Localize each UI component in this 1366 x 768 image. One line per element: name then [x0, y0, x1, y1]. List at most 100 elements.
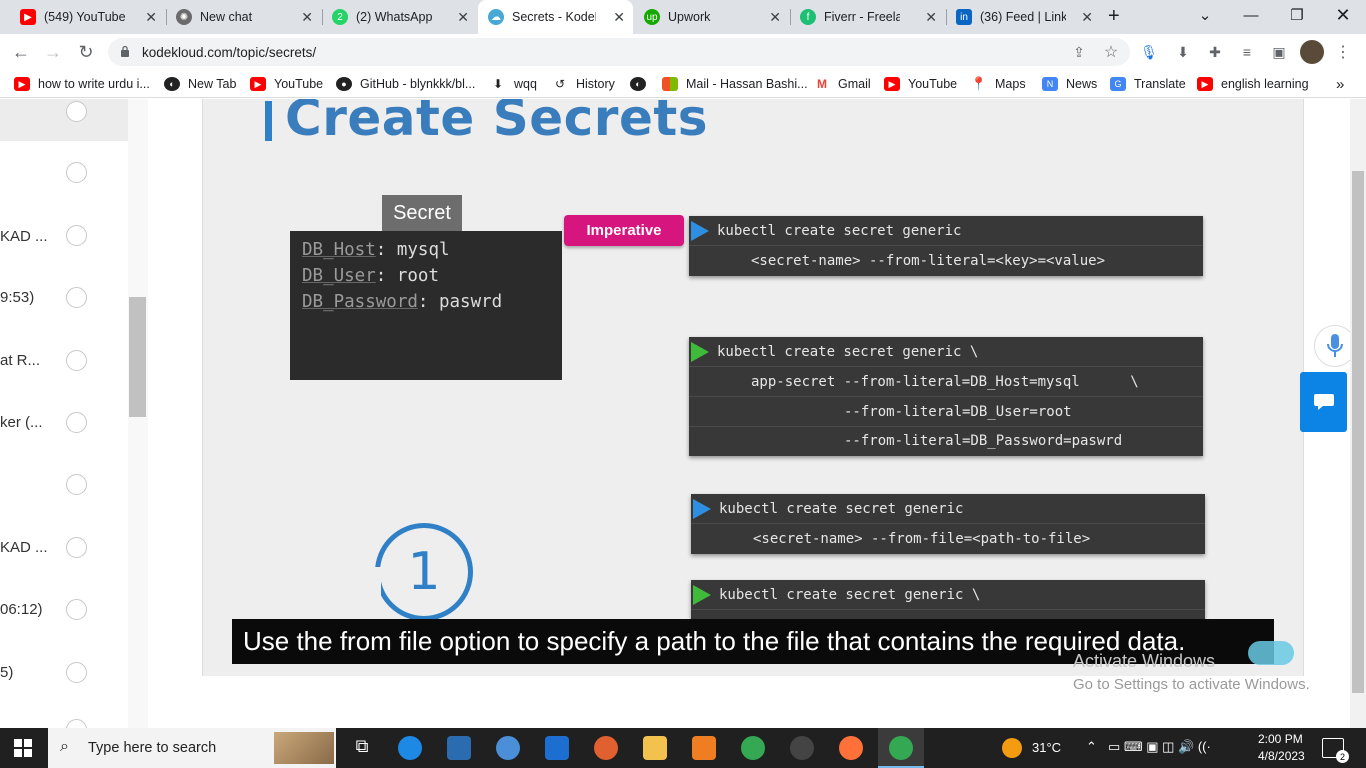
lesson-status-circle[interactable]	[66, 350, 87, 371]
share-icon[interactable]: ⇪	[1070, 43, 1088, 61]
code-badge-icon[interactable]	[1248, 641, 1294, 665]
firefox-icon[interactable]	[839, 736, 863, 760]
chat-button[interactable]	[1300, 372, 1347, 432]
bookmark-item[interactable]: 📍 Maps	[971, 76, 1026, 92]
bookmark-label: News	[1066, 77, 1098, 91]
new-tab-button[interactable]: +	[1108, 5, 1120, 28]
close-icon[interactable]: ✕	[145, 9, 157, 26]
tab-search-icon[interactable]: ⌄	[1182, 0, 1228, 30]
minimize-button[interactable]: —	[1228, 0, 1274, 30]
bookmark-item[interactable]: ◐	[630, 76, 654, 92]
profile-avatar[interactable]	[1300, 40, 1324, 64]
bookmark-item[interactable]: G Translate	[1110, 76, 1186, 92]
bookmark-item[interactable]: ● GitHub - blynkkk/bl...	[336, 76, 475, 92]
lesson-title[interactable]: 5)	[0, 664, 13, 681]
sidebar-scroll-thumb[interactable]	[129, 297, 146, 417]
lesson-status-circle[interactable]	[66, 412, 87, 433]
lesson-title[interactable]: at R...	[0, 352, 40, 369]
lesson-title[interactable]: KAD ...	[0, 228, 48, 245]
download-extension-icon[interactable]: ⬇	[1174, 43, 1192, 61]
extensions-icon[interactable]: ✚	[1206, 43, 1224, 61]
slide-title: Create Secrets	[285, 99, 709, 147]
bookmark-item[interactable]: ▶ YouTube	[250, 76, 323, 92]
lesson-status-circle[interactable]	[66, 537, 87, 558]
lesson-title[interactable]: 06:12)	[0, 601, 43, 618]
lesson-status-circle[interactable]	[66, 719, 87, 728]
tab-fiverr[interactable]: f Fiverr - Freelance ✕	[790, 0, 945, 34]
app-icon[interactable]	[692, 736, 716, 760]
weather-icon[interactable]	[1002, 738, 1022, 758]
bookmark-item[interactable]: N News	[1042, 76, 1097, 92]
close-icon[interactable]: ✕	[925, 9, 937, 26]
close-icon[interactable]: ✕	[613, 9, 625, 26]
back-icon[interactable]: ←	[8, 39, 34, 65]
clock-time[interactable]: 2:00 PM	[1258, 732, 1303, 746]
secret-line: DB_Password: paswrd	[302, 289, 550, 315]
lesson-title[interactable]: 9:53)	[0, 289, 34, 306]
video-player[interactable]: Create Secrets Secret DB_Host: mysql DB_…	[202, 99, 1304, 676]
lesson-status-circle[interactable]	[66, 225, 87, 246]
secret-label: Secret	[382, 195, 462, 231]
notifications-icon[interactable]: 2	[1322, 738, 1349, 763]
sidebar-scrollbar[interactable]	[128, 99, 148, 728]
bookmark-item[interactable]: ◐ New Tab	[164, 76, 236, 92]
side-panel-icon[interactable]: ▣	[1270, 43, 1288, 61]
bookmark-item[interactable]: ▶ how to write urdu i...	[14, 76, 150, 92]
tab-upwork[interactable]: up Upwork ✕	[634, 0, 789, 34]
lesson-title[interactable]: ker (...	[0, 414, 43, 431]
lesson-status-circle[interactable]	[66, 287, 87, 308]
forward-icon[interactable]: →	[40, 39, 66, 65]
file-explorer-icon[interactable]	[643, 736, 667, 760]
task-view-icon[interactable]: ⧉	[350, 736, 374, 760]
tab-new-chat[interactable]: ✺ New chat ✕	[166, 0, 321, 34]
app-icon[interactable]	[496, 736, 520, 760]
lesson-status-circle[interactable]	[66, 662, 87, 683]
lesson-title[interactable]: KAD ...	[0, 539, 48, 556]
search-placeholder: Type here to search	[88, 740, 217, 756]
lesson-status-circle[interactable]	[66, 101, 87, 122]
page-scrollbar[interactable]	[1350, 99, 1366, 728]
tab-secrets-kodekloud[interactable]: ☁ Secrets - KodeKloud ✕	[478, 0, 633, 34]
lesson-status-circle[interactable]	[66, 162, 87, 183]
mail-icon[interactable]	[545, 736, 569, 760]
weather-temp[interactable]: 31°C	[1032, 740, 1061, 755]
lesson-status-circle[interactable]	[66, 599, 87, 620]
taskbar-search-box[interactable]: ⌕ Type here to search	[48, 728, 336, 768]
chrome-icon[interactable]	[741, 736, 765, 760]
bookmark-item[interactable]: M Gmail	[814, 76, 871, 92]
app-icon[interactable]	[790, 736, 814, 760]
close-window-button[interactable]: ✕	[1320, 0, 1366, 30]
restore-button[interactable]: ❐	[1274, 0, 1320, 30]
bookmark-star-icon[interactable]: ☆	[1102, 43, 1120, 61]
windows-start-icon[interactable]	[14, 739, 32, 757]
microphone-extension-icon[interactable]: 🎙	[1140, 43, 1158, 61]
close-icon[interactable]: ✕	[457, 9, 469, 26]
address-bar[interactable]: kodekloud.com/topic/secrets/	[108, 38, 1130, 66]
tab-youtube[interactable]: ▶ (549) YouTube ✕	[10, 0, 165, 34]
edge-icon[interactable]	[398, 736, 422, 760]
clock-date[interactable]: 4/8/2023	[1258, 749, 1305, 763]
lesson-status-circle[interactable]	[66, 474, 87, 495]
menu-icon[interactable]: ⋮	[1334, 43, 1352, 61]
tab-linkedin[interactable]: in (36) Feed | LinkedIn ✕	[946, 0, 1101, 34]
close-icon[interactable]: ✕	[769, 9, 781, 26]
bookmark-item[interactable]: ↺ History	[552, 76, 615, 92]
page-scroll-thumb[interactable]	[1352, 171, 1364, 693]
voice-input-button[interactable]	[1314, 325, 1350, 367]
active-chrome-taskbar-button[interactable]	[878, 728, 924, 768]
tray-icons[interactable]: ▭ ⌨ ▣ ◫ 🔊 ((·	[1108, 739, 1211, 755]
bookmark-item[interactable]: Mail - Hassan Bashi...	[662, 76, 808, 92]
bookmark-item[interactable]: ⬇ wqq	[490, 76, 537, 92]
reading-list-icon[interactable]: ≡	[1238, 43, 1256, 61]
tray-chevron-icon[interactable]: ⌃	[1086, 739, 1097, 755]
app-icon[interactable]	[594, 736, 618, 760]
reload-icon[interactable]: ↻	[73, 39, 99, 65]
close-icon[interactable]: ✕	[301, 9, 313, 26]
active-lesson-row[interactable]	[0, 99, 128, 141]
more-bookmarks-button[interactable]: »	[1336, 76, 1344, 93]
store-icon[interactable]	[447, 736, 471, 760]
bookmark-item[interactable]: ▶ YouTube	[884, 76, 957, 92]
bookmark-item[interactable]: ▶ english learning	[1197, 76, 1309, 92]
close-icon[interactable]: ✕	[1081, 9, 1093, 26]
tab-whatsapp[interactable]: 2 (2) WhatsApp ✕	[322, 0, 477, 34]
